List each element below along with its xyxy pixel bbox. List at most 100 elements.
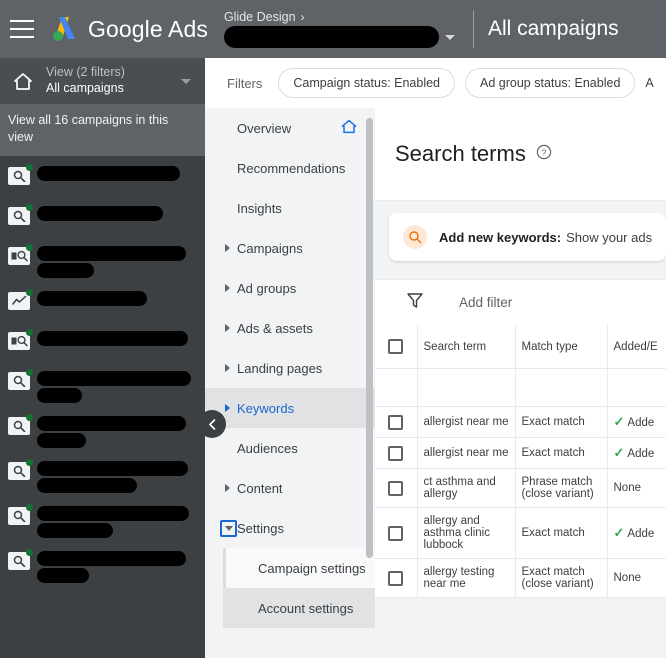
- caret-down-icon[interactable]: [181, 78, 191, 84]
- table-row[interactable]: allergist near me Exact match ✓ Adde: [375, 437, 666, 469]
- nav-item-insights[interactable]: Insights: [205, 188, 375, 228]
- column-header-search-term[interactable]: Search term: [417, 325, 516, 369]
- campaign-list-item[interactable]: [0, 160, 205, 200]
- table-row[interactable]: ct asthma and allergy Phrase match (close…: [375, 468, 666, 508]
- table-row[interactable]: allergy and asthma clinic lubbock Exact m…: [375, 507, 666, 559]
- select-all-cell[interactable]: [375, 325, 418, 369]
- checkbox-icon[interactable]: [388, 339, 404, 354]
- campaign-list-item[interactable]: [0, 240, 205, 285]
- section-nav-panel: Overview Recommendations Insights Campaigns…: [205, 108, 375, 658]
- added-status-text: Adde: [627, 448, 655, 460]
- cell-search-term: allergy and asthma clinic lubbock: [417, 507, 516, 559]
- campaign-list-item[interactable]: [0, 455, 205, 500]
- row-checkbox-cell[interactable]: [375, 558, 418, 598]
- redaction-bar: [37, 370, 191, 386]
- caret-down-icon[interactable]: [444, 34, 455, 40]
- account-selector[interactable]: Glide Design ›: [223, 0, 455, 58]
- campaign-list-item[interactable]: [0, 545, 205, 590]
- divider: [472, 10, 474, 48]
- row-checkbox-cell[interactable]: [375, 406, 418, 438]
- nav-item-settings[interactable]: Settings: [205, 508, 375, 548]
- add-filter-label[interactable]: Add filter: [459, 295, 512, 310]
- chevron-right-icon[interactable]: [225, 404, 230, 412]
- row-checkbox-cell[interactable]: [375, 468, 418, 508]
- nav-subitem-campaign-settings[interactable]: Campaign settings: [223, 548, 375, 588]
- checkbox-icon[interactable]: [388, 445, 404, 461]
- nav-item-ad-groups[interactable]: Ad groups: [205, 268, 375, 308]
- nav-item-overview[interactable]: Overview: [205, 108, 375, 148]
- column-header-added-excluded[interactable]: Added/E: [607, 325, 666, 369]
- redaction-bar: [37, 387, 83, 403]
- status-dot-enabled: [26, 503, 33, 511]
- caret-down-icon: [224, 525, 233, 531]
- row-checkbox-cell[interactable]: [375, 437, 418, 469]
- campaign-list-item[interactable]: [0, 285, 205, 325]
- redaction-bar: [37, 477, 138, 493]
- collapse-nav-button[interactable]: [198, 410, 226, 438]
- home-blue-icon[interactable]: [341, 119, 357, 137]
- nav-item-keywords[interactable]: Keywords: [205, 388, 375, 428]
- campaign-list-item[interactable]: [0, 325, 205, 365]
- nav-item-label: Ads & assets: [237, 320, 313, 336]
- cell-search-term: allergist near me: [417, 437, 516, 469]
- status-dot-enabled: [26, 548, 33, 556]
- campaign-type-icon-wrap: [8, 288, 34, 310]
- breadcrumb-account[interactable]: Glide Design: [224, 10, 296, 24]
- nav-scrollbar[interactable]: [366, 118, 373, 558]
- checkbox-icon[interactable]: [388, 525, 404, 541]
- chevron-right-icon[interactable]: [225, 284, 230, 292]
- add-keywords-banner[interactable]: Add new keywords: Show your ads: [389, 213, 666, 261]
- campaign-type-icon-wrap: [8, 203, 34, 225]
- campaign-list-item[interactable]: [0, 500, 205, 545]
- campaign-name-redacted: [37, 330, 199, 348]
- nav-item-audiences[interactable]: Audiences: [205, 428, 375, 468]
- chevron-right-icon[interactable]: [225, 364, 230, 372]
- filters-label: Filters: [227, 75, 263, 91]
- status-dot-enabled: [26, 458, 33, 466]
- hamburger-menu-icon[interactable]: [10, 20, 34, 38]
- nav-item-ads-assets[interactable]: Ads & assets: [205, 308, 375, 348]
- table-row[interactable]: allergy testing near me Exact match (clos…: [375, 558, 666, 598]
- filter-chip[interactable]: A: [645, 68, 653, 98]
- chevron-right-icon[interactable]: [225, 324, 230, 332]
- redaction-bar: [37, 550, 187, 566]
- check-icon: ✓: [613, 414, 625, 429]
- view-all-campaigns-link[interactable]: View all 16 campaigns in this view: [0, 104, 205, 156]
- chevron-right-icon[interactable]: [225, 244, 230, 252]
- filter-funnel-icon[interactable]: [405, 290, 425, 315]
- home-icon[interactable]: [0, 72, 46, 91]
- chevron-right-icon[interactable]: [225, 484, 230, 492]
- campaign-list-item[interactable]: [0, 200, 205, 240]
- row-checkbox-cell[interactable]: [375, 507, 418, 559]
- campaign-list-item[interactable]: [0, 410, 205, 455]
- nav-subitem-account-settings[interactable]: Account settings: [223, 588, 375, 628]
- filter-chip[interactable]: Campaign status: Enabled: [278, 68, 456, 98]
- nav-item-campaigns[interactable]: Campaigns: [205, 228, 375, 268]
- campaign-list-item[interactable]: [0, 365, 205, 410]
- nav-item-label: Content: [237, 480, 283, 496]
- column-header-match-type[interactable]: Match type: [515, 325, 608, 369]
- check-icon: ✓: [613, 525, 625, 540]
- search-keyword-icon: [403, 225, 427, 249]
- checkbox-icon[interactable]: [388, 570, 404, 586]
- checkbox-icon[interactable]: [388, 480, 404, 496]
- nav-item-content[interactable]: Content: [205, 468, 375, 508]
- brand-google: Google: [88, 15, 163, 42]
- nav-item-label: Settings: [237, 520, 284, 536]
- account-name-redacted: [223, 26, 439, 48]
- nav-item-label: Landing pages: [237, 360, 323, 376]
- nav-item-label: Keywords: [237, 400, 295, 416]
- view-selector[interactable]: View (2 filters) All campaigns: [0, 58, 205, 104]
- campaign-sidebar: View (2 filters) All campaigns View all …: [0, 58, 205, 658]
- checkbox-icon[interactable]: [388, 414, 404, 430]
- table-row[interactable]: allergist near me Exact match ✓ Adde: [375, 406, 666, 438]
- add-filter-row[interactable]: Add filter: [375, 279, 666, 325]
- filter-chip[interactable]: Ad group status: Enabled: [465, 68, 636, 98]
- breadcrumb[interactable]: Glide Design ›: [224, 10, 455, 24]
- help-circle-icon[interactable]: ?: [536, 144, 552, 165]
- settings-expand-toggle[interactable]: [220, 519, 237, 537]
- added-status-text: None: [613, 482, 642, 494]
- nav-item-landing-pages[interactable]: Landing pages: [205, 348, 375, 388]
- status-dot-enabled: [26, 328, 33, 336]
- nav-item-recommendations[interactable]: Recommendations: [205, 148, 375, 188]
